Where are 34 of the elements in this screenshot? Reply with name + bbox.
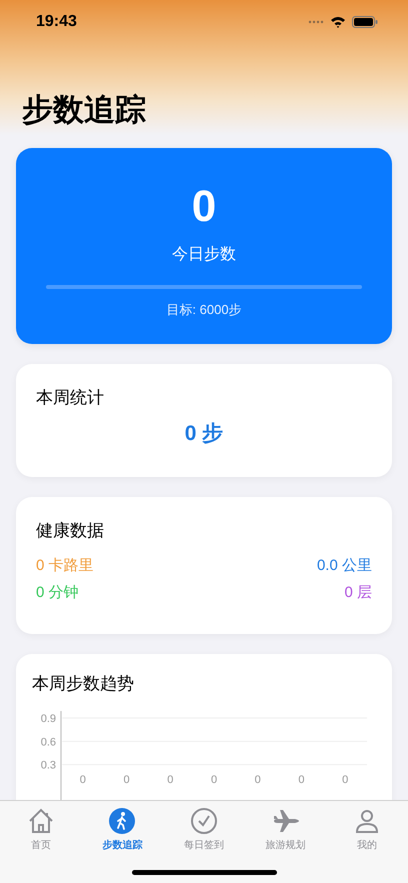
step-label: 今日步数 <box>172 244 236 265</box>
value-label: 0 <box>254 774 261 786</box>
value-label: 0 <box>124 774 130 786</box>
weekly-steps: 0 步 <box>36 419 372 447</box>
value-label: 0 <box>210 774 218 786</box>
signal-icon <box>308 20 324 24</box>
health-metric: 0 分钟 <box>36 583 80 602</box>
step-count: 0 <box>192 182 216 232</box>
tab-item[interactable]: 我的 <box>331 807 404 883</box>
health-metric: 0.0 公里 <box>316 556 372 575</box>
airplane-icon <box>272 807 300 835</box>
battery-icon <box>352 16 378 28</box>
check-circle-icon <box>190 807 218 835</box>
status-time: 19:43 <box>36 13 77 31</box>
wifi-icon <box>330 16 346 28</box>
tab-item[interactable]: 每日签到 <box>168 807 240 883</box>
tab-item[interactable]: 首页 <box>4 807 77 883</box>
goal-text: 目标: 6000步 <box>166 301 242 319</box>
axis-tick-label: 0.6 <box>40 736 56 748</box>
value-label: 0 <box>80 774 86 786</box>
page-title: 步数追踪 <box>22 91 147 129</box>
walking-person-icon <box>108 807 136 835</box>
value-label: 0 <box>298 774 304 786</box>
value-label: 0 <box>342 774 348 786</box>
house-icon <box>26 807 55 835</box>
value-label: 0 <box>167 774 174 786</box>
health-metric: 0 层 <box>344 583 372 602</box>
tab-item[interactable]: 旅游规划 <box>250 807 322 883</box>
axis-tick-label: 0.9 <box>40 713 56 725</box>
health-metric: 0 卡路里 <box>36 556 95 575</box>
card-title: 健康数据 <box>36 520 105 542</box>
card-title: 本周统计 <box>36 387 105 409</box>
axis-tick-label: 0.3 <box>40 760 56 772</box>
card-title: 本周步数趋势 <box>32 673 135 695</box>
